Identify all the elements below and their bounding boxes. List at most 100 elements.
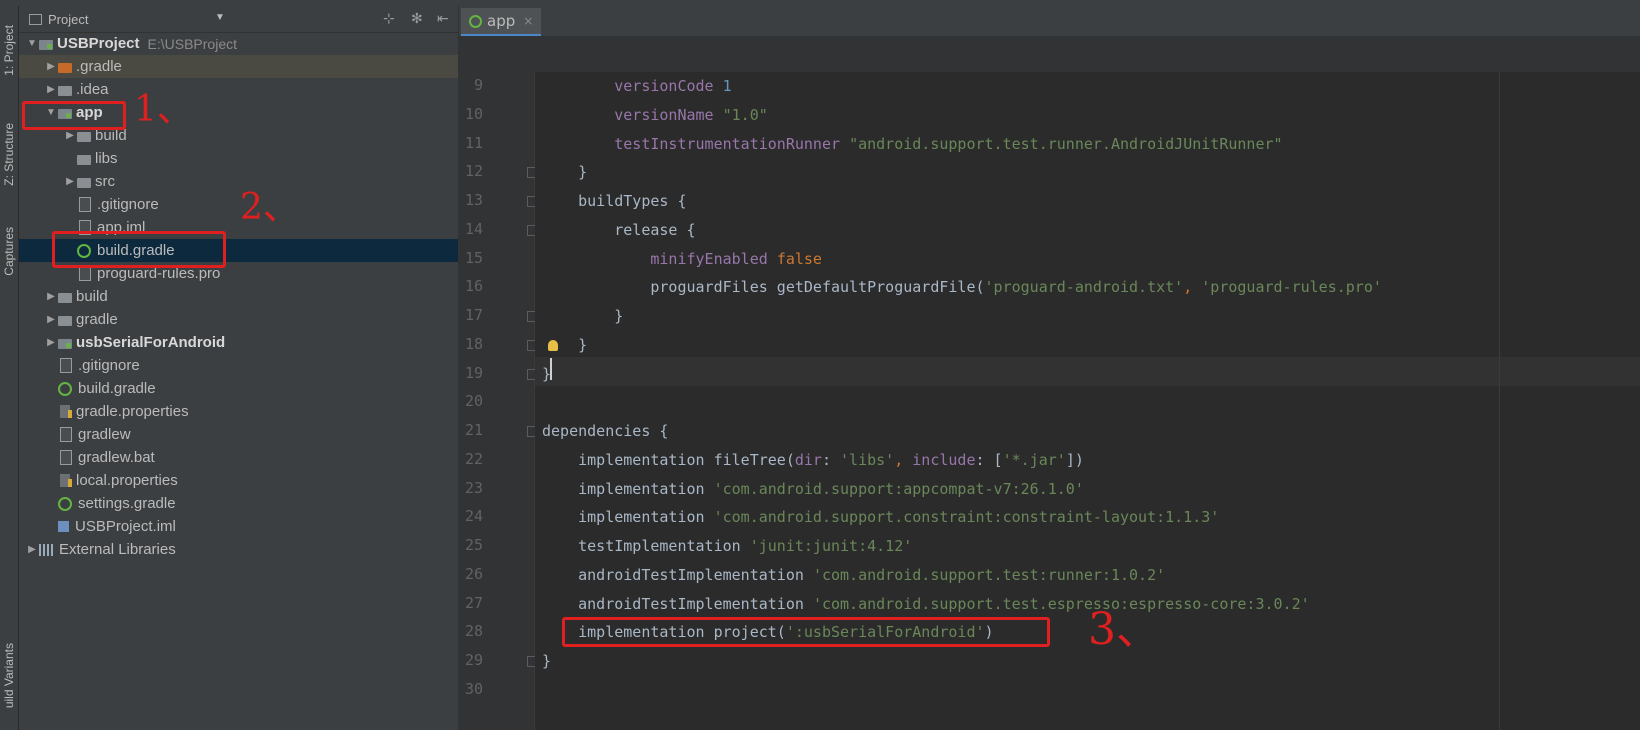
tree-row[interactable]: gradlew [19,423,458,446]
tree-row[interactable]: ▶ External Libraries [19,538,458,561]
tree-item-label: USBProject [57,35,140,52]
side-tab-project[interactable]: 1: Project [0,8,18,92]
file-icon [60,358,72,373]
side-tab-structure-label: Z: Structure [2,122,16,186]
project-panel-title[interactable]: Project [48,12,88,27]
tree-row[interactable]: ▶ gradle [19,308,458,331]
expand-right-icon[interactable]: ▶ [44,291,58,302]
annotation-box-app [22,101,126,130]
folder-orange-icon [58,62,72,73]
tree-row[interactable]: ▶ src [19,170,458,193]
tree-item-label: gradlew [78,426,131,443]
line-number: 27 [464,593,483,612]
expand-right-icon[interactable]: ▶ [44,337,58,348]
expand-right-icon[interactable]: ▶ [44,314,58,325]
tree-item-label: libs [95,150,118,167]
tree-row[interactable]: ▶ build [19,285,458,308]
line-number: 15 [464,248,483,267]
tree-item-label: gradlew.bat [78,449,155,466]
lightbulb-icon[interactable] [548,340,558,351]
code-line: androidTestImplementation 'com.android.s… [542,594,1310,613]
folder-icon [58,292,72,303]
expand-right-icon[interactable]: ▶ [44,84,58,95]
module-icon [39,39,53,50]
code-line: } [542,163,588,182]
properties-icon [60,405,72,418]
hide-panel-icon[interactable]: ⇤ [437,10,449,27]
line-number: 17 [464,306,483,324]
expand-right-icon[interactable]: ▶ [63,130,77,141]
folder-icon [58,85,72,96]
editor-tab-app[interactable]: app × [461,8,542,37]
tree-row[interactable]: libs [19,147,458,170]
tree-row[interactable]: ▼ USBProject E:\USBProject [19,32,458,55]
module-icon [58,338,72,349]
expand-right-icon[interactable]: ▶ [44,61,58,72]
tree-row[interactable]: build.gradle [19,377,458,400]
side-tab-captures-label: Captures [2,226,16,276]
tree-item-label: build.gradle [78,380,156,397]
gradle-icon [469,14,482,28]
side-tab-captures[interactable]: Captures [0,214,18,288]
project-view-icon [29,13,42,25]
tree-row[interactable]: .gitignore [19,193,458,216]
right-margin-guide [1499,72,1500,730]
tree-row[interactable]: local.properties [19,469,458,492]
settings-gear-icon[interactable]: ✻ [411,10,423,27]
code-line: proguardFiles getDefaultProguardFile('pr… [542,278,1382,297]
annotation-box-build-gradle [52,231,226,268]
tree-row[interactable]: ▶ usbSerialForAndroid [19,331,458,354]
code-line: } [542,652,552,670]
editor-breadcrumb-bar [458,36,1640,73]
tree-item-label: .gitignore [97,196,159,213]
iml-icon [58,521,69,532]
line-number: 16 [464,277,483,296]
side-tab-structure[interactable]: Z: Structure [0,108,18,200]
tree-row[interactable]: ▶ .gradle [19,55,458,78]
expand-down-icon[interactable]: ▼ [25,38,39,49]
line-number: 26 [464,564,483,583]
tree-row[interactable]: USBProject.iml [19,515,458,538]
tool-window-strip: 1: Project Z: Structure Captures uild Va… [0,0,19,730]
tree-item-label: .gitignore [78,357,140,374]
tree-item-label: .idea [76,81,109,98]
code-line: versionName "1.0" [614,105,768,124]
tree-row[interactable]: ▶ .idea [19,78,458,101]
tree-item-label: local.properties [76,472,178,489]
line-number: 12 [464,162,483,181]
tree-row[interactable]: settings.gradle [19,492,458,515]
code-line: implementation fileTree(dir: 'libs', inc… [542,450,1084,469]
editor-tab-label: app [487,12,516,30]
expand-right-icon[interactable]: ▶ [63,176,77,187]
side-tab-build-variants-label: uild Variants [2,643,16,709]
folder-icon [77,177,91,188]
tree-item-label: USBProject.iml [75,518,176,535]
expand-right-icon[interactable]: ▶ [25,544,39,555]
line-number: 24 [464,507,483,526]
tree-item-path: E:\USBProject [147,35,238,52]
tree-row[interactable]: gradlew.bat [19,446,458,469]
tree-row[interactable]: .gitignore [19,354,458,377]
close-tab-icon[interactable]: × [523,14,533,28]
file-icon [79,197,91,212]
code-line: implementation 'com.android.support.cons… [542,508,1220,527]
dropdown-caret-icon[interactable]: ▼ [215,12,225,23]
line-number: 21 [464,421,483,439]
folder-icon [77,131,91,142]
annotation-number-2: 2、 [240,187,299,228]
line-number: 20 [464,392,483,411]
tree-item-label: gradle.properties [76,403,189,420]
collapse-all-icon[interactable]: ⊹ [383,10,395,27]
code-line: versionCode 1 [614,77,732,95]
side-tab-build-variants[interactable]: uild Variants [0,626,18,726]
side-tab-project-label: 1: Project [2,24,16,76]
gradle-icon [58,496,72,511]
line-number: 22 [464,449,483,468]
folder-icon [58,315,72,326]
tree-item-label: settings.gradle [78,495,176,512]
annotation-number-3: 3、 [1088,604,1160,655]
annotation-box-dependency [562,617,1050,647]
tree-item-label: .gradle [76,58,122,75]
code-line: } [542,307,624,325]
tree-row[interactable]: gradle.properties [19,400,458,423]
